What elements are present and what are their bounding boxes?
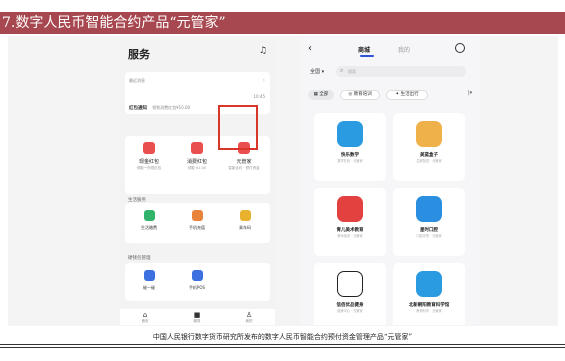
home-icon: ⌂ <box>142 311 148 319</box>
message-section-label: 最近消息 <box>129 78 145 83</box>
wallet-item-tap[interactable]: 碰一碰 <box>129 270 169 291</box>
chip-all[interactable]: ▦ 全部 <box>308 90 334 100</box>
bell-icon[interactable]: ♫ <box>259 46 267 56</box>
bottom-tabbar: ⌂ 首页 ■ 服务 ♙ 我的 <box>120 309 275 325</box>
app-card-math[interactable]: 快乐数学 数学在线 · 元管家 <box>314 113 386 181</box>
divider-line <box>0 347 565 348</box>
left-phone-screen: 服务 ♫ 最近消息 › 红包通知 领到消费红包¥10.00 10:45 现金红包… <box>120 40 275 325</box>
tab-mine[interactable]: ♙ 我的 <box>234 311 264 324</box>
app-basket-icon <box>416 121 442 147</box>
red-item-consume[interactable]: 消费红包 领取 ¥1.00 <box>175 142 219 171</box>
section-header: 7.数字人民币智能合约产品“元管家” <box>0 12 565 34</box>
life-item-bills[interactable]: 生活缴费 <box>129 210 169 231</box>
message-item: 红包通知 领到消费红包¥10.00 <box>129 105 191 111</box>
tab-mall[interactable]: 商城 <box>358 45 370 54</box>
region-select[interactable]: 全国 ▾ <box>310 68 324 75</box>
right-phone-screen: ‹ 商城 我的 全国 ▾ ⌕ 搜索 ▦ 全部 ◎ 教育培训 ✦ 生活出行 |▾ … <box>300 38 480 325</box>
search-placeholder: 搜索 <box>348 69 356 74</box>
message-time: 10:45 <box>253 94 265 99</box>
life-item-buscode[interactable]: 乘车码 <box>225 210 265 231</box>
target-icon[interactable] <box>455 43 465 53</box>
grid-icon: ▦ <box>313 92 318 97</box>
education-icon: ◎ <box>348 92 353 97</box>
app-fitness-icon <box>337 271 363 297</box>
chip-more-dropdown[interactable]: |▾ <box>468 90 472 96</box>
app-card-art[interactable]: 青儿美术教育 美术培训 · 元管家 <box>314 188 386 256</box>
app-card-science[interactable]: 北新朝阳教育科学馆 教育科学 · 元管家 <box>393 263 465 325</box>
app-math-icon <box>337 121 363 147</box>
back-icon[interactable]: ‹ <box>308 43 312 54</box>
chip-education[interactable]: ◎ 教育培训 <box>340 90 380 100</box>
highlight-box <box>218 105 258 150</box>
pos-icon <box>191 270 203 281</box>
app-science-icon <box>416 271 442 297</box>
app-card-dental[interactable]: 星时口腔 口腔诊所 · 元管家 <box>393 188 465 256</box>
figure-caption: 中国人民银行数字货币研究所发布的数字人民币智能合约预付资金管理产品“元管家” <box>152 333 413 341</box>
tab-home[interactable]: ⌂ 首页 <box>130 311 160 324</box>
tab-underline <box>360 55 374 57</box>
app-card-basket[interactable]: 美篮盒子 生鲜配送 · 元管家 <box>393 113 465 181</box>
life-icon: ✦ <box>395 92 400 97</box>
bill-icon <box>143 210 155 221</box>
life-service-card: 生活缴费 手机充值 乘车码 <box>125 203 270 243</box>
wallet-card: 碰一碰 手机POS <box>125 263 270 301</box>
user-icon: ♙ <box>245 311 253 319</box>
tap-icon <box>143 270 155 281</box>
chevron-right-icon: › <box>262 77 265 84</box>
cash-redpacket-icon <box>143 142 155 154</box>
search-icon: ⌕ <box>340 67 344 74</box>
search-input[interactable]: ⌕ 搜索 <box>336 66 466 77</box>
page-title: 服务 <box>128 48 150 61</box>
grid-icon: ■ <box>193 311 201 319</box>
wallet-section-label: 硬钱包管理 <box>128 256 151 261</box>
app-art-icon <box>337 196 363 222</box>
chip-life[interactable]: ✦ 生活出行 <box>386 90 428 100</box>
bus-icon <box>239 210 251 221</box>
red-item-cash[interactable]: 现金红包 领取一份现红包 <box>127 142 171 171</box>
divider-line <box>0 344 565 345</box>
phone-topup-icon <box>191 210 203 221</box>
wallet-item-pos[interactable]: 手机POS <box>177 270 217 291</box>
consume-redpacket-icon <box>191 142 203 154</box>
app-card-fitness[interactable]: 信佰优品健身 健身中心 · 元管家 <box>314 263 386 325</box>
app-dental-icon <box>416 196 442 222</box>
life-item-topup[interactable]: 手机充值 <box>177 210 217 231</box>
tab-service[interactable]: ■ 服务 <box>182 311 212 324</box>
tab-mine[interactable]: 我的 <box>398 45 410 54</box>
